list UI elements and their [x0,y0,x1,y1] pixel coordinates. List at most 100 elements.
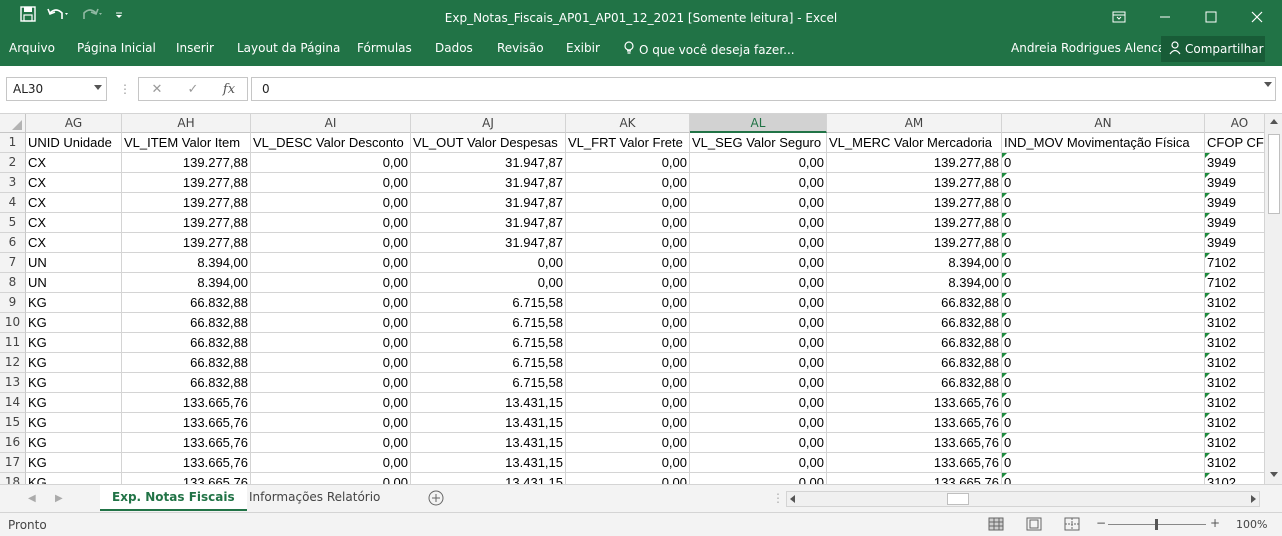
table-cell[interactable]: 0,00 [690,153,827,173]
horizontal-scroll-thumb[interactable] [947,493,969,505]
table-cell[interactable]: 0,00 [566,333,690,353]
table-cell[interactable]: 0,00 [690,473,827,484]
table-cell[interactable]: 6.715,58 [411,333,566,353]
header-cell[interactable]: VL_ITEM Valor Item [122,133,251,153]
table-cell[interactable]: 0 [1002,153,1205,173]
table-cell[interactable]: 13.431,15 [411,453,566,473]
table-cell[interactable]: 0,00 [566,453,690,473]
table-cell[interactable]: 66.832,88 [122,293,251,313]
table-cell[interactable]: 133.665,76 [122,473,251,484]
table-cell[interactable]: 0 [1002,233,1205,253]
table-cell[interactable]: 31.947,87 [411,173,566,193]
table-cell[interactable]: 0,00 [690,313,827,333]
table-cell[interactable]: 8.394,00 [827,273,1002,293]
table-cell[interactable]: UN [26,273,122,293]
table-cell[interactable]: 0 [1002,273,1205,293]
row-header[interactable]: 12 [0,353,26,373]
table-cell[interactable]: KG [26,373,122,393]
table-cell[interactable]: 0,00 [251,373,411,393]
table-cell[interactable]: 0,00 [566,373,690,393]
table-cell[interactable]: 0 [1002,413,1205,433]
table-cell[interactable]: 0,00 [690,193,827,213]
tab-revisao[interactable]: Revisão [497,41,544,55]
header-cell[interactable]: UNID Unidade [26,133,122,153]
row-header[interactable]: 8 [0,273,26,293]
table-cell[interactable]: 66.832,88 [122,373,251,393]
header-cell[interactable]: VL_FRT Valor Frete [566,133,690,153]
horizontal-scrollbar[interactable] [786,491,1260,507]
table-cell[interactable]: 0,00 [690,293,827,313]
user-name[interactable]: Andreia Rodrigues Alencar [1011,41,1170,55]
add-sheet-icon[interactable] [428,490,444,509]
table-cell[interactable]: 0,00 [690,233,827,253]
table-cell[interactable]: 0,00 [690,353,827,373]
table-cell[interactable]: 139.277,88 [122,213,251,233]
table-cell[interactable]: 0,00 [690,453,827,473]
insert-function-icon[interactable]: fx [211,82,247,97]
table-cell[interactable]: 7102 [1205,253,1264,273]
table-cell[interactable]: 31.947,87 [411,153,566,173]
table-cell[interactable]: CX [26,213,122,233]
row-header[interactable]: 5 [0,213,26,233]
tab-exibir[interactable]: Exibir [566,41,600,55]
column-header[interactable]: AG [26,114,122,133]
tab-formulas[interactable]: Fórmulas [357,41,412,55]
row-header[interactable]: 6 [0,233,26,253]
table-cell[interactable]: 0,00 [566,193,690,213]
table-cell[interactable]: 0,00 [690,373,827,393]
table-cell[interactable]: 13.431,15 [411,413,566,433]
table-cell[interactable]: 66.832,88 [122,313,251,333]
table-cell[interactable]: 13.431,15 [411,473,566,484]
table-cell[interactable]: 0 [1002,213,1205,233]
column-header[interactable]: AL [690,114,827,133]
table-cell[interactable]: 0,00 [566,253,690,273]
table-cell[interactable]: CX [26,233,122,253]
table-cell[interactable]: 139.277,88 [827,213,1002,233]
table-cell[interactable]: 0,00 [566,313,690,333]
table-cell[interactable]: 8.394,00 [122,273,251,293]
table-cell[interactable]: 66.832,88 [827,333,1002,353]
table-cell[interactable]: 0,00 [251,273,411,293]
table-cell[interactable]: 0,00 [566,233,690,253]
table-cell[interactable]: 0 [1002,353,1205,373]
formula-input[interactable]: 0 [251,77,1276,101]
table-cell[interactable]: 0 [1002,473,1205,484]
table-cell[interactable]: 3102 [1205,413,1264,433]
table-cell[interactable]: 0 [1002,193,1205,213]
table-cell[interactable]: KG [26,333,122,353]
column-header[interactable]: AI [251,114,411,133]
table-cell[interactable]: 0 [1002,253,1205,273]
row-header[interactable]: 10 [0,313,26,333]
table-cell[interactable]: 0,00 [411,253,566,273]
sheet-prev-icon[interactable]: ◀ [28,493,36,504]
column-header[interactable]: AO [1205,114,1264,133]
close-icon[interactable] [1242,6,1272,28]
table-cell[interactable]: 66.832,88 [827,313,1002,333]
table-cell[interactable]: 3102 [1205,393,1264,413]
ribbon-display-options-icon[interactable] [1104,6,1134,28]
table-cell[interactable]: 133.665,76 [827,473,1002,484]
table-cell[interactable]: 3102 [1205,433,1264,453]
table-cell[interactable]: CX [26,173,122,193]
table-cell[interactable]: 3102 [1205,473,1264,484]
table-cell[interactable]: 0,00 [566,473,690,484]
table-cell[interactable]: CX [26,153,122,173]
row-header[interactable]: 1 [0,133,26,153]
table-cell[interactable]: 3102 [1205,373,1264,393]
table-cell[interactable]: 0,00 [690,333,827,353]
table-cell[interactable]: 0,00 [251,473,411,484]
table-cell[interactable]: 0,00 [566,173,690,193]
table-cell[interactable]: 3102 [1205,333,1264,353]
page-break-view-icon[interactable] [1064,517,1080,534]
scroll-left-icon[interactable] [790,495,795,503]
table-cell[interactable]: 0,00 [251,173,411,193]
table-cell[interactable]: 66.832,88 [827,353,1002,373]
enter-icon[interactable]: ✓ [175,82,211,97]
tab-pagina-inicial[interactable]: Página Inicial [77,41,156,55]
table-cell[interactable]: 31.947,87 [411,233,566,253]
table-cell[interactable]: 0,00 [251,233,411,253]
table-cell[interactable]: 0 [1002,373,1205,393]
minimize-icon[interactable] [1150,6,1180,28]
table-cell[interactable]: 139.277,88 [122,233,251,253]
table-cell[interactable]: 66.832,88 [122,333,251,353]
